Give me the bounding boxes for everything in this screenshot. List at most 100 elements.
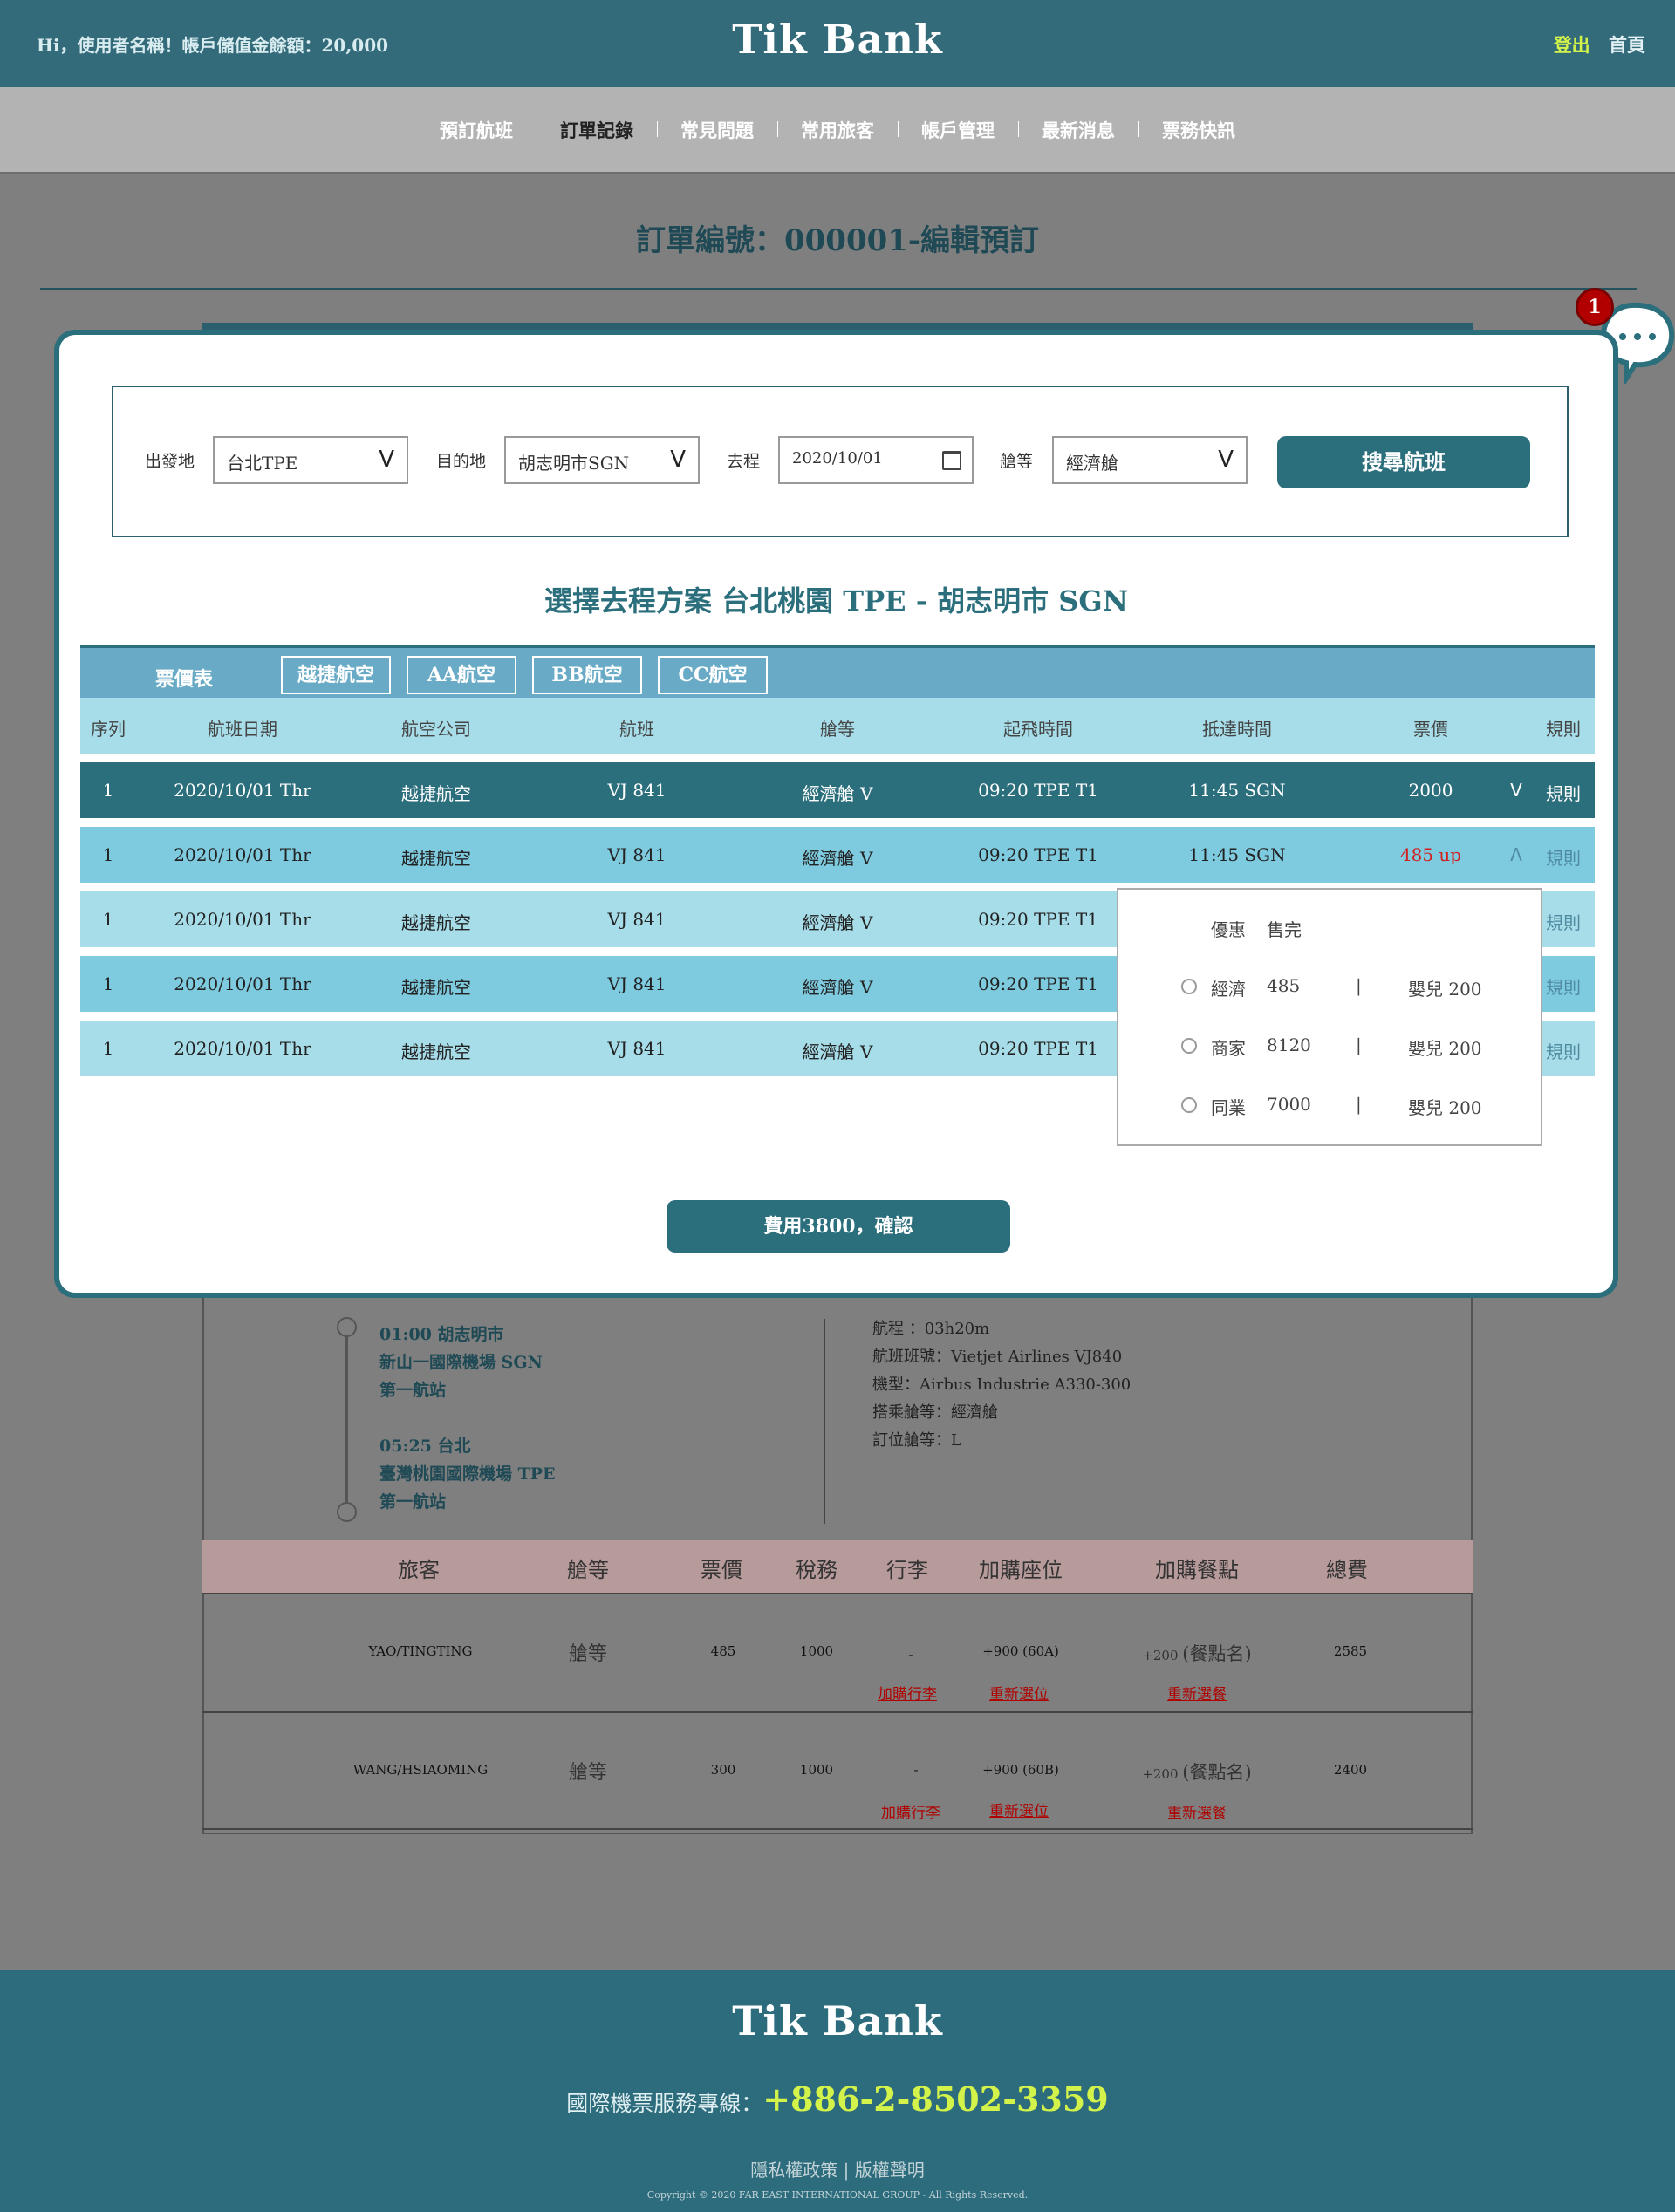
rule-link[interactable]: 規則 bbox=[1546, 844, 1581, 870]
arrival-terminal: 第一航站 bbox=[379, 1492, 447, 1512]
fare-option[interactable]: 經濟 485 | 嬰兒 200 bbox=[1118, 972, 1541, 1007]
row-cabin: 經濟艙 V bbox=[802, 912, 873, 933]
chevron-up-icon[interactable]: Λ bbox=[1510, 844, 1522, 865]
add-baggage-link[interactable]: 加購行李 bbox=[878, 1682, 937, 1703]
origin-select[interactable]: 台北TPE V bbox=[213, 436, 408, 484]
flight-search-form: 出發地 台北TPE V 目的地 胡志明市SGN V 去程 2020/10/01 … bbox=[112, 386, 1569, 537]
row-flight: VJ 841 bbox=[607, 973, 667, 994]
meal-name: (餐點名) bbox=[1182, 1762, 1252, 1783]
flight-row[interactable]: 1 2020/10/01 Thr 越捷航空 VJ 841 經濟艙 V 09:20… bbox=[80, 827, 1595, 883]
arrival-stop: 05:25 台北 臺灣桃園國際機場 TPE 第一航站 bbox=[379, 1432, 556, 1516]
fare-option-name: 商家 bbox=[1211, 1038, 1246, 1059]
row-cabin: 經濟艙 V bbox=[802, 977, 873, 998]
class-select[interactable]: 經濟艙 V bbox=[1052, 436, 1248, 484]
col-airline: 航空公司 bbox=[401, 719, 471, 740]
passenger-meal: +200 (餐點名) bbox=[1142, 1640, 1251, 1666]
row-date: 2020/10/01 Thr bbox=[174, 1038, 311, 1059]
col-meal: 加購餐點 bbox=[1155, 1558, 1239, 1582]
row-cabin: 經濟艙 V bbox=[802, 1041, 873, 1062]
airline-tab-aa[interactable]: AA航空 bbox=[407, 656, 516, 694]
passenger-table-header: 旅客 艙等 票價 稅務 行李 加購座位 加購餐點 總費 bbox=[202, 1540, 1473, 1593]
departure-date-input[interactable]: 2020/10/01 bbox=[778, 436, 974, 484]
reselect-meal-link[interactable]: 重新選餐 bbox=[1167, 1800, 1227, 1822]
rule-link[interactable]: 規則 bbox=[1546, 973, 1581, 999]
fare-dropdown-header: 優惠 售完 bbox=[1118, 912, 1541, 947]
col-date: 航班日期 bbox=[208, 719, 277, 740]
passenger-cabin: 艙等 bbox=[568, 1762, 608, 1784]
infant-price: 嬰兒 200 bbox=[1408, 979, 1482, 1000]
home-link[interactable]: 首頁 bbox=[1609, 34, 1645, 56]
nav-item-news[interactable]: 最新消息 bbox=[1018, 117, 1138, 143]
fare-option[interactable]: 商家 8120 | 嬰兒 200 bbox=[1118, 1031, 1541, 1066]
destination-label: 目的地 bbox=[436, 452, 487, 471]
origin-value: 台北TPE bbox=[227, 453, 298, 474]
meal-price: +200 bbox=[1142, 1648, 1179, 1663]
logout-link[interactable]: 登出 bbox=[1554, 34, 1590, 56]
airline-tab-bb[interactable]: BB航空 bbox=[532, 656, 642, 694]
passenger-fare: 300 bbox=[710, 1762, 736, 1778]
passenger-baggage: - bbox=[908, 1647, 913, 1662]
fare-table-header: 序列 航班日期 航空公司 航班 艙等 起飛時間 抵達時間 票價 規則 bbox=[80, 698, 1595, 754]
itinerary-section: 01:00 胡志明市 新山一國際機場 SGN 第一航站 05:25 台北 臺灣桃… bbox=[201, 1308, 1474, 1535]
nav-item-order-records[interactable]: 訂單記錄 bbox=[537, 117, 657, 143]
row-depart: 09:20 TPE T1 bbox=[978, 780, 1098, 801]
chevron-down-icon[interactable]: V bbox=[1510, 780, 1522, 801]
logo[interactable]: Tik Bank bbox=[0, 16, 1675, 63]
separator: | bbox=[843, 2160, 850, 2181]
passenger-meal: +200 (餐點名) bbox=[1142, 1758, 1251, 1785]
fare-option-price: 7000 bbox=[1267, 1094, 1311, 1115]
flight-row[interactable]: 1 2020/10/01 Thr 越捷航空 VJ 841 經濟艙 V 09:20… bbox=[80, 762, 1595, 818]
reselect-seat-link[interactable]: 重新選位 bbox=[989, 1682, 1049, 1703]
nav-item-frequent-travelers[interactable]: 常用旅客 bbox=[777, 117, 898, 143]
destination-select[interactable]: 胡志明市SGN V bbox=[504, 436, 700, 484]
rule-link[interactable]: 規則 bbox=[1546, 909, 1581, 934]
reselect-seat-link[interactable]: 重新選位 bbox=[989, 1799, 1049, 1820]
arrival-time-city: 05:25 台北 bbox=[379, 1437, 471, 1456]
page-title: 訂單編號：000001-編輯預訂 bbox=[635, 223, 1040, 258]
row-seq: 1 bbox=[102, 973, 114, 994]
table-row: WANG/HSIAOMING 艙等 300 1000 - +900 (60B) … bbox=[202, 1711, 1473, 1830]
fare-radio[interactable] bbox=[1181, 1097, 1197, 1113]
footer-logo: Tik Bank bbox=[732, 1997, 943, 2045]
row-seq: 1 bbox=[102, 909, 114, 930]
departure-airport: 新山一國際機場 SGN bbox=[379, 1353, 543, 1372]
flight-number: 航班班號：Vietjet Airlines VJ840 bbox=[872, 1348, 1123, 1366]
edit-booking-modal: 出發地 台北TPE V 目的地 胡志明市SGN V 去程 2020/10/01 … bbox=[54, 330, 1618, 1298]
reselect-meal-link[interactable]: 重新選餐 bbox=[1167, 1682, 1227, 1703]
airline-tab-cc[interactable]: CC航空 bbox=[658, 656, 768, 694]
date-value: 2020/10/01 bbox=[792, 449, 883, 468]
header: Hi，使用者名稱！帳戶儲值金餘額：20,000 Tik Bank 登出 首頁 bbox=[0, 0, 1675, 87]
rule-link[interactable]: 規則 bbox=[1546, 1038, 1581, 1063]
row-cabin: 經濟艙 V bbox=[802, 783, 873, 804]
fare-radio[interactable] bbox=[1181, 1038, 1197, 1054]
nav-item-book-flight[interactable]: 預訂航班 bbox=[416, 117, 537, 143]
row-depart: 09:20 TPE T1 bbox=[978, 1038, 1098, 1059]
privacy-policy-link[interactable]: 隱私權政策 bbox=[750, 2160, 838, 2181]
row-arrive: 11:45 SGN bbox=[1188, 780, 1286, 801]
row-date: 2020/10/01 Thr bbox=[174, 909, 311, 930]
airline-tab-vietjet[interactable]: 越捷航空 bbox=[281, 656, 391, 694]
rule-link[interactable]: 規則 bbox=[1546, 780, 1581, 805]
fare-option[interactable]: 同業 7000 | 嬰兒 200 bbox=[1118, 1090, 1541, 1125]
passenger-total: 2400 bbox=[1333, 1762, 1368, 1778]
add-baggage-link[interactable]: 加購行李 bbox=[881, 1800, 940, 1822]
hotline-number[interactable]: +886-2-8502-3359 bbox=[762, 2079, 1108, 2119]
footer: Tik Bank 國際機票服務專線：+886-2-8502-3359 隱私權政策… bbox=[0, 1970, 1675, 2212]
meal-price: +200 bbox=[1142, 1766, 1179, 1782]
col-rule: 規則 bbox=[1546, 719, 1581, 740]
class-value: 經濟艙 bbox=[1066, 453, 1118, 474]
passenger-seat: +900 (60B) bbox=[982, 1762, 1059, 1778]
copyright-statement-link[interactable]: 版權聲明 bbox=[855, 2160, 925, 2181]
nav-item-account[interactable]: 帳戶管理 bbox=[898, 117, 1018, 143]
discount-label: 優惠 bbox=[1211, 919, 1246, 940]
meal-name: (餐點名) bbox=[1182, 1643, 1252, 1664]
calendar-icon[interactable] bbox=[942, 451, 961, 470]
row-date: 2020/10/01 Thr bbox=[174, 780, 311, 801]
nav-item-faq[interactable]: 常見問題 bbox=[657, 117, 777, 143]
nav-item-ticket-alerts[interactable]: 票務快訊 bbox=[1138, 117, 1259, 143]
fare-radio[interactable] bbox=[1181, 979, 1197, 994]
fare-option-name: 經濟 bbox=[1211, 979, 1246, 1000]
search-flights-button[interactable]: 搜尋航班 bbox=[1277, 436, 1530, 488]
fare-option-price: 485 bbox=[1267, 975, 1301, 996]
confirm-fare-button[interactable]: 費用3800，確認 bbox=[667, 1200, 1010, 1253]
